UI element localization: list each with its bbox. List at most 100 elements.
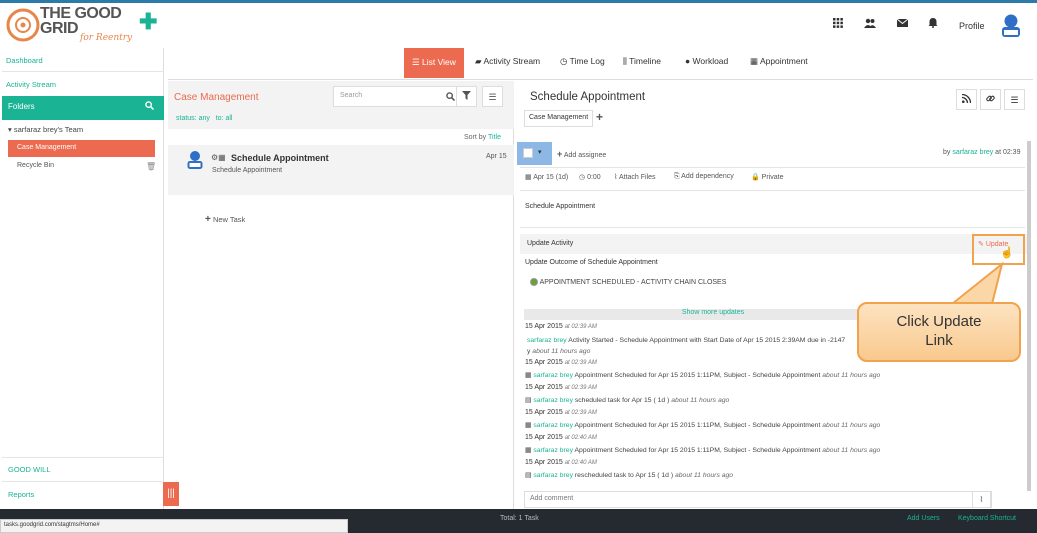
- plus-icon: +: [557, 149, 563, 159]
- detail-scrollbar[interactable]: [1027, 141, 1031, 491]
- callout-line1: Click Update: [896, 313, 982, 330]
- comment-icon: ▰: [475, 56, 482, 66]
- detail-menu-button[interactable]: ☰: [1004, 89, 1025, 110]
- list-title: Case Management: [174, 92, 259, 103]
- update-link[interactable]: ✎ Update: [972, 234, 1025, 265]
- keyboard-shortcut-link[interactable]: Keyboard Shortcut: [958, 515, 1016, 522]
- status-url: tasks.goodgrid.com/stagtms/Home#: [0, 519, 348, 533]
- to-label: to:: [215, 115, 224, 122]
- radio-selected-icon[interactable]: [530, 278, 538, 286]
- rss-button[interactable]: [956, 89, 977, 110]
- creator-link[interactable]: sarfaraz brey: [952, 149, 993, 156]
- add-assignee-button[interactable]: + Add assignee: [557, 149, 606, 159]
- attach-files-button[interactable]: ⌇ Attach Files: [614, 173, 656, 181]
- tab-label: List View: [421, 57, 456, 67]
- clock-icon: ◷: [579, 174, 586, 181]
- due-date[interactable]: ▦ Apr 15 (1d): [525, 173, 568, 181]
- clock-icon: ◷: [560, 56, 568, 66]
- user-avatar-icon[interactable]: [1000, 13, 1022, 39]
- new-task-button[interactable]: + New Task: [205, 214, 245, 225]
- outcome-option-label: APPOINTMENT SCHEDULED - ACTIVITY CHAIN C…: [539, 278, 727, 286]
- feed-user-link[interactable]: sarfaraz brey: [527, 337, 567, 344]
- feed-date: 15 Apr 2015 at 02:39 AM: [525, 359, 597, 366]
- add-tag-icon[interactable]: +: [596, 110, 603, 124]
- comment-input[interactable]: Add comment: [524, 491, 992, 508]
- feed-date: 15 Apr 2015 at 02:40 AM: [525, 459, 597, 466]
- tab-timeline[interactable]: ⫼ Timeline: [623, 56, 661, 67]
- mail-icon[interactable]: [894, 18, 910, 32]
- add-users-link[interactable]: Add Users: [907, 515, 940, 522]
- sidebar-item-case-management[interactable]: Case Management: [8, 140, 155, 157]
- paperclip-icon: ⌇: [614, 174, 618, 181]
- folder-tag[interactable]: Case Management: [524, 110, 594, 127]
- users-icon[interactable]: [862, 18, 878, 32]
- search-icon[interactable]: [145, 101, 155, 112]
- tab-time-log[interactable]: ◷ Time Log: [560, 56, 605, 67]
- document-icon: ▤: [525, 397, 532, 404]
- task-description: Schedule Appointment: [525, 203, 596, 210]
- link-button[interactable]: [980, 89, 1001, 110]
- folders-header[interactable]: Folders: [2, 96, 164, 120]
- show-more-updates-button[interactable]: Show more updates: [524, 309, 902, 320]
- add-dependency-button[interactable]: ⎘ Add dependency: [674, 173, 734, 181]
- search-icon[interactable]: [446, 92, 456, 103]
- filter-icon: [462, 91, 471, 100]
- feed-user-link[interactable]: sarfaraz brey: [533, 447, 573, 454]
- to-value[interactable]: all: [225, 115, 232, 122]
- tab-appointment[interactable]: ▦ Appointment: [750, 56, 808, 67]
- feed-user-link[interactable]: sarfaraz brey: [533, 372, 573, 379]
- tab-label: Time Log: [569, 56, 605, 66]
- attach-comment-button[interactable]: ⌇: [972, 491, 991, 508]
- feed-date: 15 Apr 2015 at 02:40 AM: [525, 434, 597, 441]
- bell-icon[interactable]: [925, 18, 941, 32]
- status-dropdown[interactable]: ▾: [517, 142, 552, 165]
- divider: [2, 457, 164, 458]
- sidebar-item-good-will[interactable]: GOOD WILL: [8, 465, 51, 474]
- update-activity-label: Update Activity: [527, 240, 574, 247]
- update-activity-bar: [520, 234, 1028, 254]
- sort-by[interactable]: Sort by Title: [464, 134, 501, 141]
- pencil-icon: ✎: [978, 241, 984, 248]
- filter-button[interactable]: [456, 86, 477, 107]
- dependency-label: Add dependency: [681, 173, 734, 180]
- callout-line2: Link: [925, 332, 953, 349]
- outcome-heading: Update Outcome of Schedule Appointment: [525, 259, 658, 266]
- feed-user-link[interactable]: sarfaraz brey: [533, 422, 573, 429]
- calendar-icon: ▦: [750, 56, 759, 66]
- create-plus-icon[interactable]: ✚: [139, 9, 157, 35]
- by-label: by: [943, 149, 951, 156]
- task-title[interactable]: Schedule Appointment: [231, 153, 329, 163]
- brand-name: THE GOOD GRID: [40, 6, 122, 37]
- tab-activity-stream[interactable]: ▰ Activity Stream: [475, 56, 540, 67]
- tab-workload[interactable]: ● Workload: [685, 56, 728, 66]
- sidebar-item-recycle-bin[interactable]: Recycle Bin: [17, 162, 54, 169]
- profile-link[interactable]: Profile: [959, 21, 985, 31]
- created-by: by sarfaraz brey at 02:39: [943, 149, 1020, 156]
- calendar-icon: ▦: [525, 372, 532, 379]
- feed-user-link[interactable]: sarfaraz brey: [533, 397, 573, 404]
- apps-grid-icon[interactable]: [830, 18, 846, 32]
- outcome-option[interactable]: APPOINTMENT SCHEDULED - ACTIVITY CHAIN C…: [530, 278, 726, 286]
- sidebar-item-activity-stream[interactable]: Activity Stream: [6, 80, 56, 89]
- lock-icon: 🔒: [751, 174, 760, 181]
- search-input[interactable]: Search: [333, 86, 462, 107]
- chevron-down-icon[interactable]: ▾: [538, 148, 542, 156]
- add-assignee-label: Add assignee: [563, 152, 607, 159]
- list-menu-button[interactable]: ☰: [482, 86, 503, 107]
- feed-date: 15 Apr 2015 at 02:39 AM: [525, 409, 597, 416]
- sidebar-item-reports[interactable]: Reports: [8, 490, 34, 499]
- time-spent[interactable]: ◷ 0:00: [579, 173, 601, 181]
- team-tree-item[interactable]: ▾ sarfaraz brey's Team: [8, 125, 83, 134]
- private-toggle[interactable]: 🔒 Private: [751, 173, 783, 181]
- dependency-icon: ⎘: [674, 173, 680, 180]
- status-value[interactable]: any: [199, 115, 210, 122]
- trash-icon[interactable]: 🗑: [146, 162, 156, 171]
- sort-label: Sort by: [464, 134, 487, 141]
- document-icon: ▤: [525, 472, 532, 479]
- sidebar-item-dashboard[interactable]: Dashboard: [6, 56, 43, 65]
- feed-user-link[interactable]: sarfaraz brey: [533, 472, 573, 479]
- sort-value[interactable]: Title: [488, 134, 501, 141]
- checkbox[interactable]: [523, 148, 533, 158]
- status-filter[interactable]: status: any to: all: [176, 115, 232, 122]
- tab-list-view[interactable]: ☰ List View: [404, 48, 464, 78]
